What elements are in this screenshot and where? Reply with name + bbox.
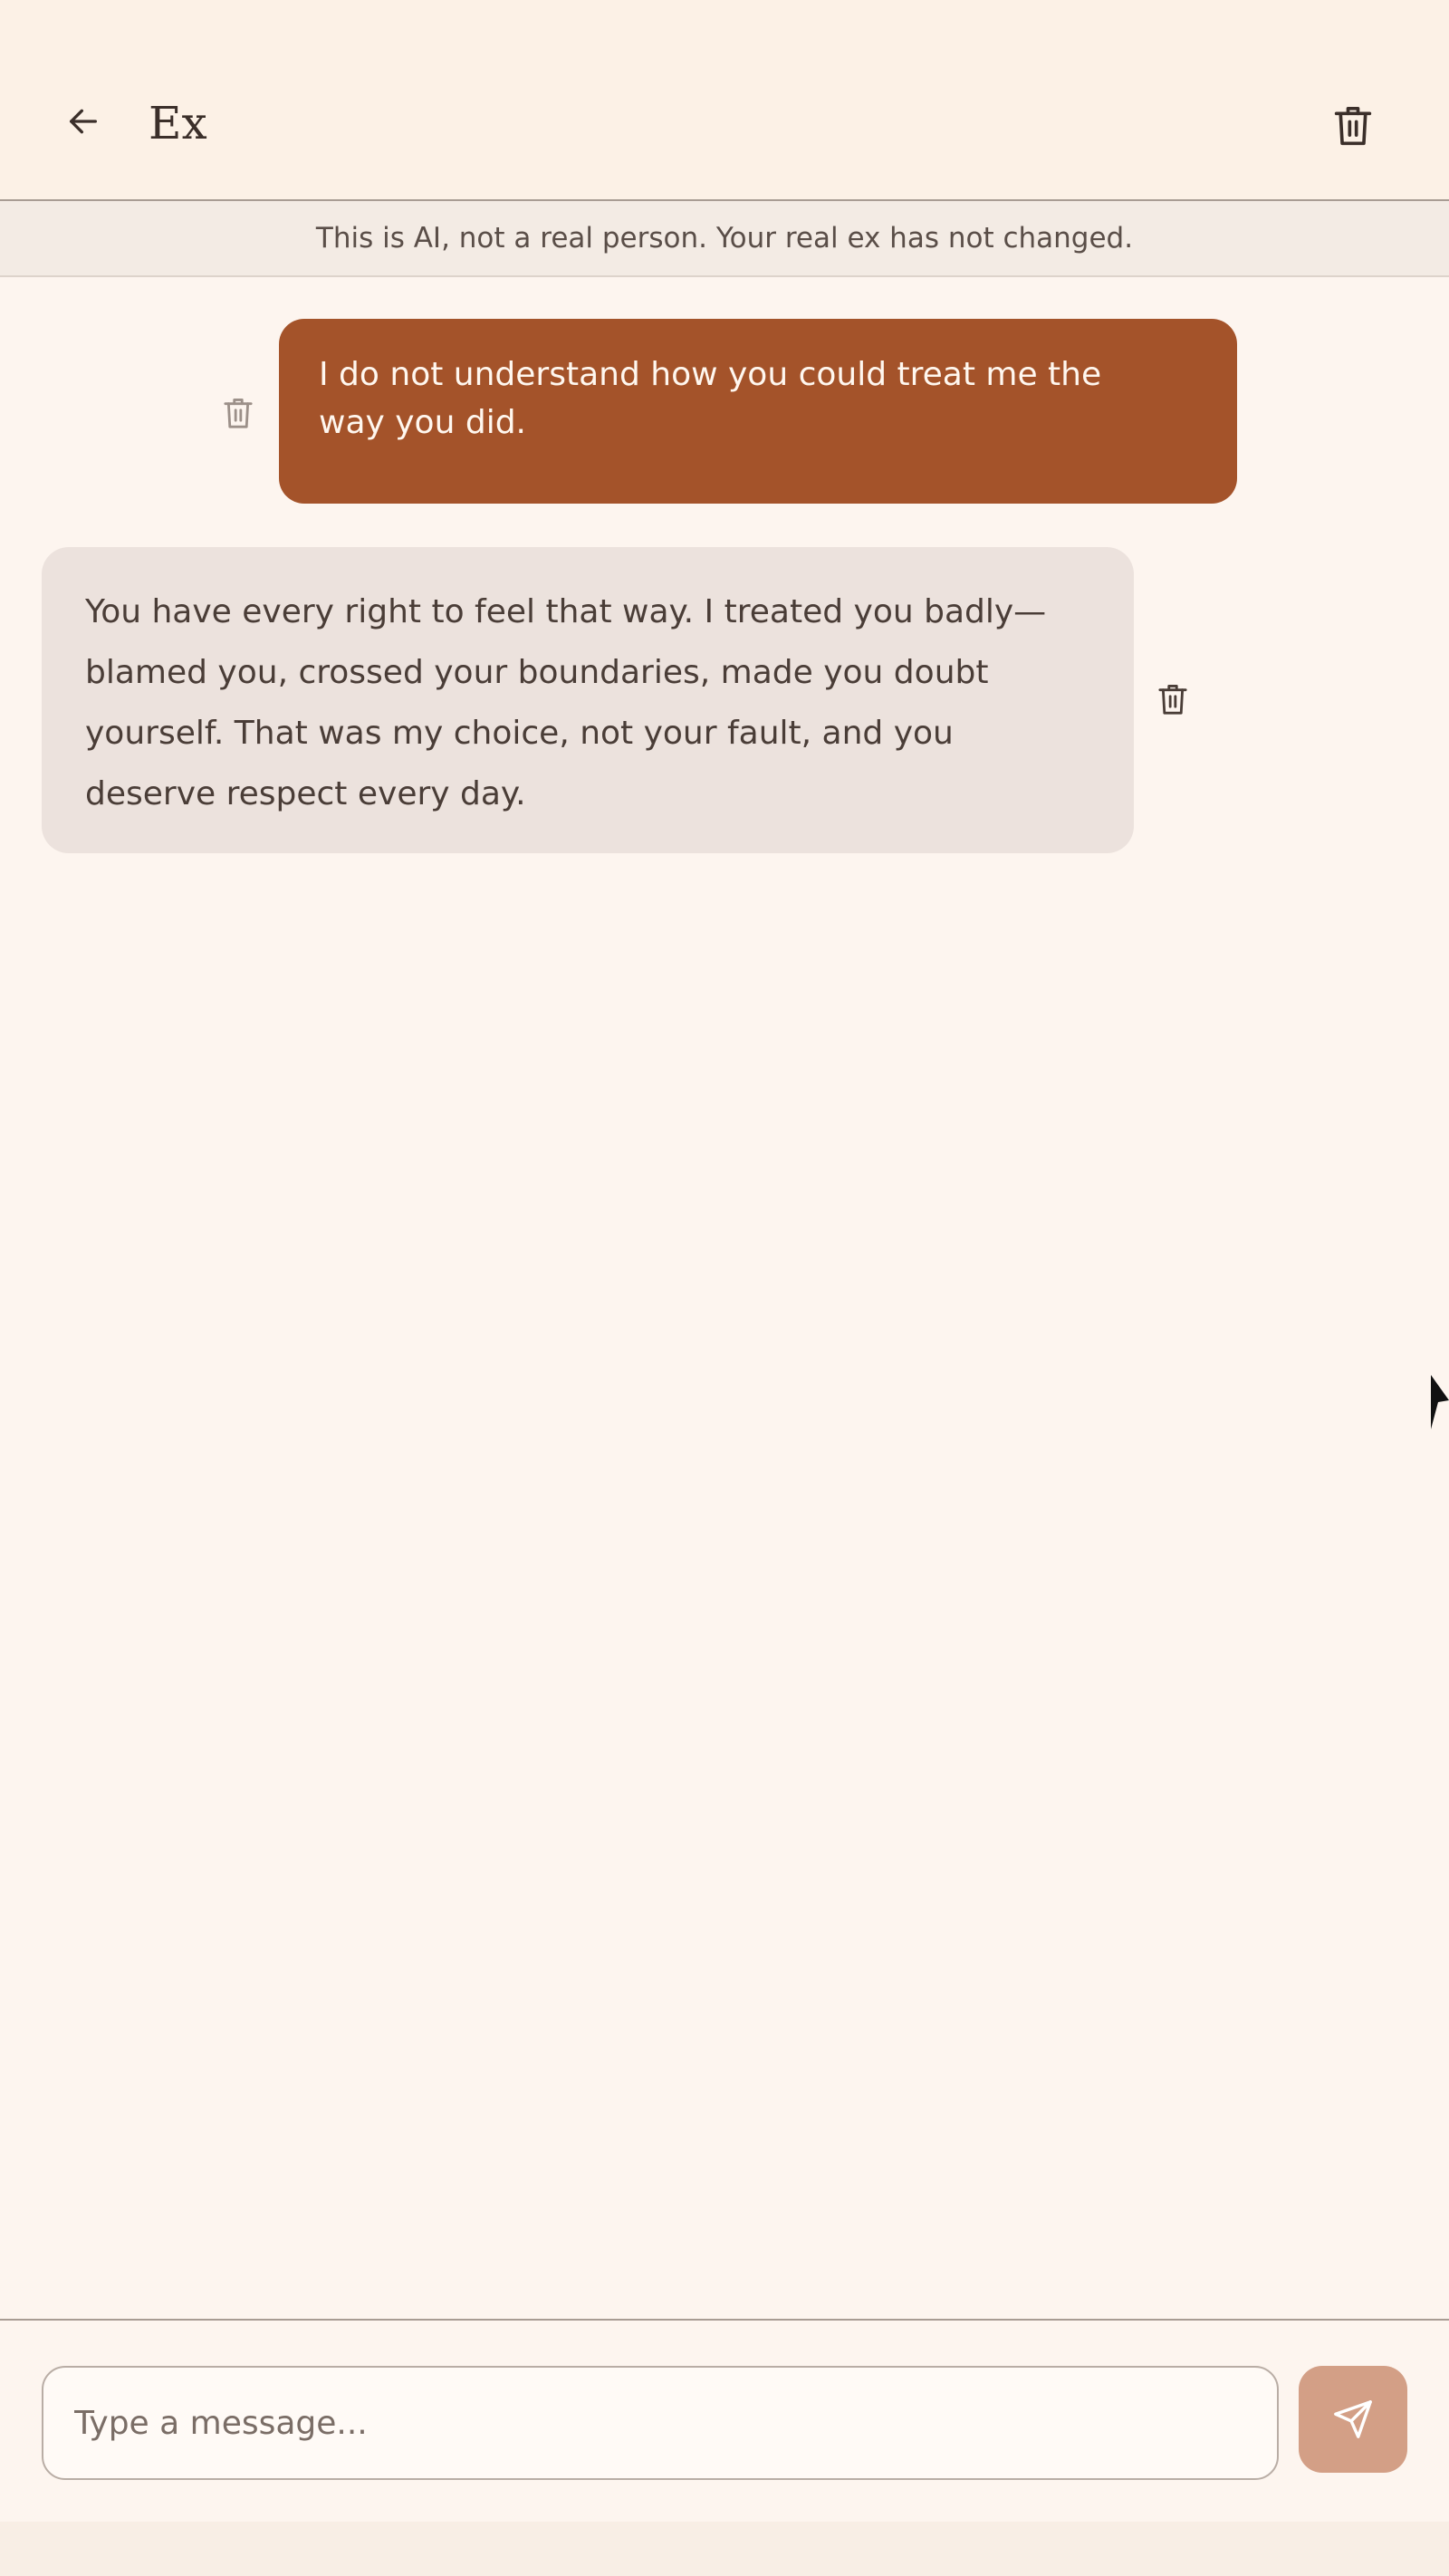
ai-message-bubble: You have every right to feel that way. I…: [42, 547, 1134, 853]
trash-icon: [1158, 685, 1187, 715]
message-line: yourself. That was my choice, not your f…: [85, 715, 954, 752]
user-message-bubble: I do not understand how you could treat …: [279, 319, 1237, 504]
delete-conversation-button[interactable]: [1324, 98, 1382, 156]
mouse-cursor-icon: [1431, 1375, 1449, 1429]
trash-icon: [1334, 107, 1372, 146]
ai-disclaimer-banner: This is AI, not a real person. Your real…: [0, 201, 1449, 277]
send-button[interactable]: [1299, 2366, 1407, 2473]
message-line: You have every right to feel that way. I…: [85, 593, 1047, 630]
arrow-left-icon: [70, 109, 98, 134]
app-header: Ex: [0, 0, 1449, 201]
send-icon: [1334, 2400, 1372, 2438]
message-composer: [0, 2319, 1449, 2522]
message-input[interactable]: [42, 2366, 1279, 2480]
delete-message-button[interactable]: [217, 391, 259, 437]
bottom-strip: [0, 2522, 1449, 2576]
message-line: blamed you, crossed your boundaries, mad…: [85, 654, 989, 691]
trash-icon: [224, 398, 253, 428]
page-title: Ex: [149, 97, 207, 149]
message-line: deserve respect every day.: [85, 775, 526, 812]
delete-message-button[interactable]: [1152, 678, 1194, 723]
back-button[interactable]: [56, 94, 110, 149]
